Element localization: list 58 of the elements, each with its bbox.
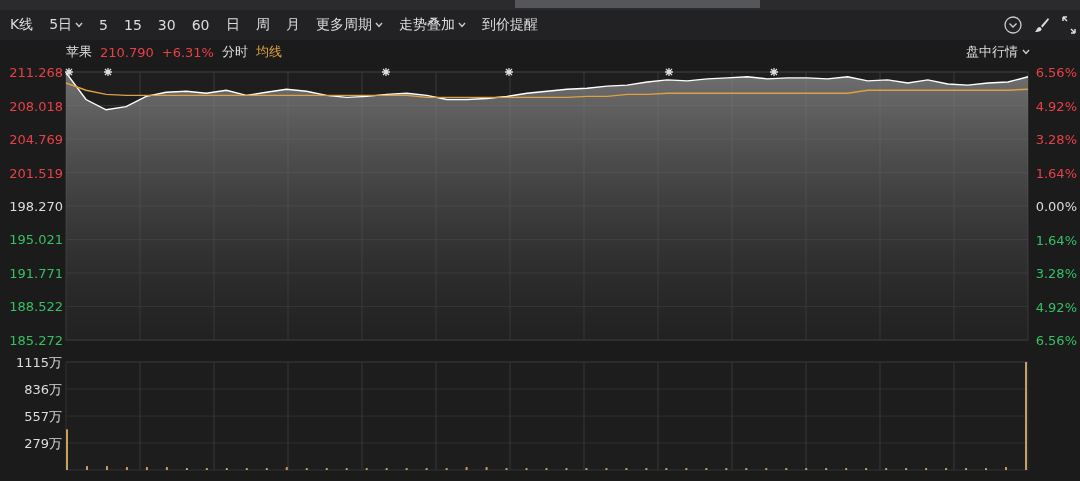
axis-label: 4.92% bbox=[1035, 299, 1077, 315]
expand-icon[interactable] bbox=[1062, 16, 1076, 34]
asterisk-icon bbox=[103, 67, 113, 77]
axis-label: 195.021 bbox=[9, 232, 63, 248]
axis-label: 0.00% bbox=[1035, 199, 1077, 214]
volume-bar bbox=[165, 467, 168, 470]
axis-label: 198.270 bbox=[9, 199, 63, 214]
axis-label: 201.519 bbox=[9, 165, 63, 181]
axis-label: 191.771 bbox=[9, 266, 63, 281]
axis-label: 4.92% bbox=[1035, 98, 1077, 114]
volume-bar bbox=[145, 467, 148, 470]
axis-label: 836万 bbox=[24, 382, 62, 397]
asterisk-icon bbox=[504, 67, 514, 77]
volume-bar bbox=[485, 467, 488, 470]
mode-label: 分时 bbox=[221, 43, 248, 61]
volume-bar bbox=[465, 467, 468, 470]
stock-price: 210.790 bbox=[100, 44, 154, 60]
period-tab[interactable]: 15 bbox=[116, 12, 150, 38]
volume-bar bbox=[125, 467, 128, 470]
asterisk-icon bbox=[769, 67, 779, 77]
chevron-circle-icon[interactable] bbox=[1004, 16, 1022, 34]
axis-label: 185.272 bbox=[9, 333, 63, 348]
asterisk-icon bbox=[64, 67, 74, 77]
axis-label: 279万 bbox=[24, 436, 62, 451]
asterisk-icon bbox=[664, 67, 674, 77]
quote-menu[interactable]: 盘中行情 bbox=[966, 43, 1030, 61]
axis-label: 1.64% bbox=[1035, 165, 1077, 181]
axis-label: 211.268 bbox=[9, 65, 63, 80]
asterisk-icon bbox=[381, 67, 391, 77]
axis-label: 6.56% bbox=[1035, 65, 1077, 80]
period-tab[interactable]: 周 bbox=[247, 12, 278, 38]
period-tab[interactable]: 5日 bbox=[41, 12, 92, 38]
axis-label: 188.522 bbox=[9, 299, 63, 315]
axis-label: 3.28% bbox=[1035, 132, 1077, 147]
axis-label: 1.64% bbox=[1035, 232, 1077, 248]
axis-label: 3.28% bbox=[1035, 266, 1077, 281]
stock-name: 苹果 bbox=[66, 43, 92, 61]
period-tab[interactable]: K线 bbox=[2, 12, 42, 38]
period-tab[interactable]: 30 bbox=[149, 12, 184, 38]
legend-label: 均线 bbox=[255, 43, 282, 61]
price-change: +6.31% bbox=[161, 44, 214, 60]
axis-label: 6.56% bbox=[1035, 333, 1077, 348]
period-tab[interactable]: 日 bbox=[217, 12, 248, 38]
period-tab[interactable]: 月 bbox=[277, 12, 308, 38]
volume-bar bbox=[105, 466, 108, 470]
caret-icon bbox=[1022, 49, 1030, 55]
period-tab[interactable]: 5 bbox=[91, 12, 117, 38]
period-tab[interactable]: 更多周期 bbox=[307, 12, 391, 38]
axis-label: 208.018 bbox=[9, 98, 63, 114]
axis-label: 204.769 bbox=[9, 132, 63, 147]
axis-label: 557万 bbox=[24, 409, 62, 425]
period-tab[interactable]: 走势叠加 bbox=[390, 12, 474, 38]
period-tab[interactable]: 到价提醒 bbox=[473, 12, 546, 38]
brush-icon[interactable] bbox=[1034, 17, 1050, 33]
axis-label: 1115万 bbox=[15, 355, 62, 370]
scroll-thumb[interactable] bbox=[515, 0, 760, 8]
volume-bar bbox=[285, 467, 288, 470]
period-tab[interactable]: 60 bbox=[183, 12, 218, 38]
